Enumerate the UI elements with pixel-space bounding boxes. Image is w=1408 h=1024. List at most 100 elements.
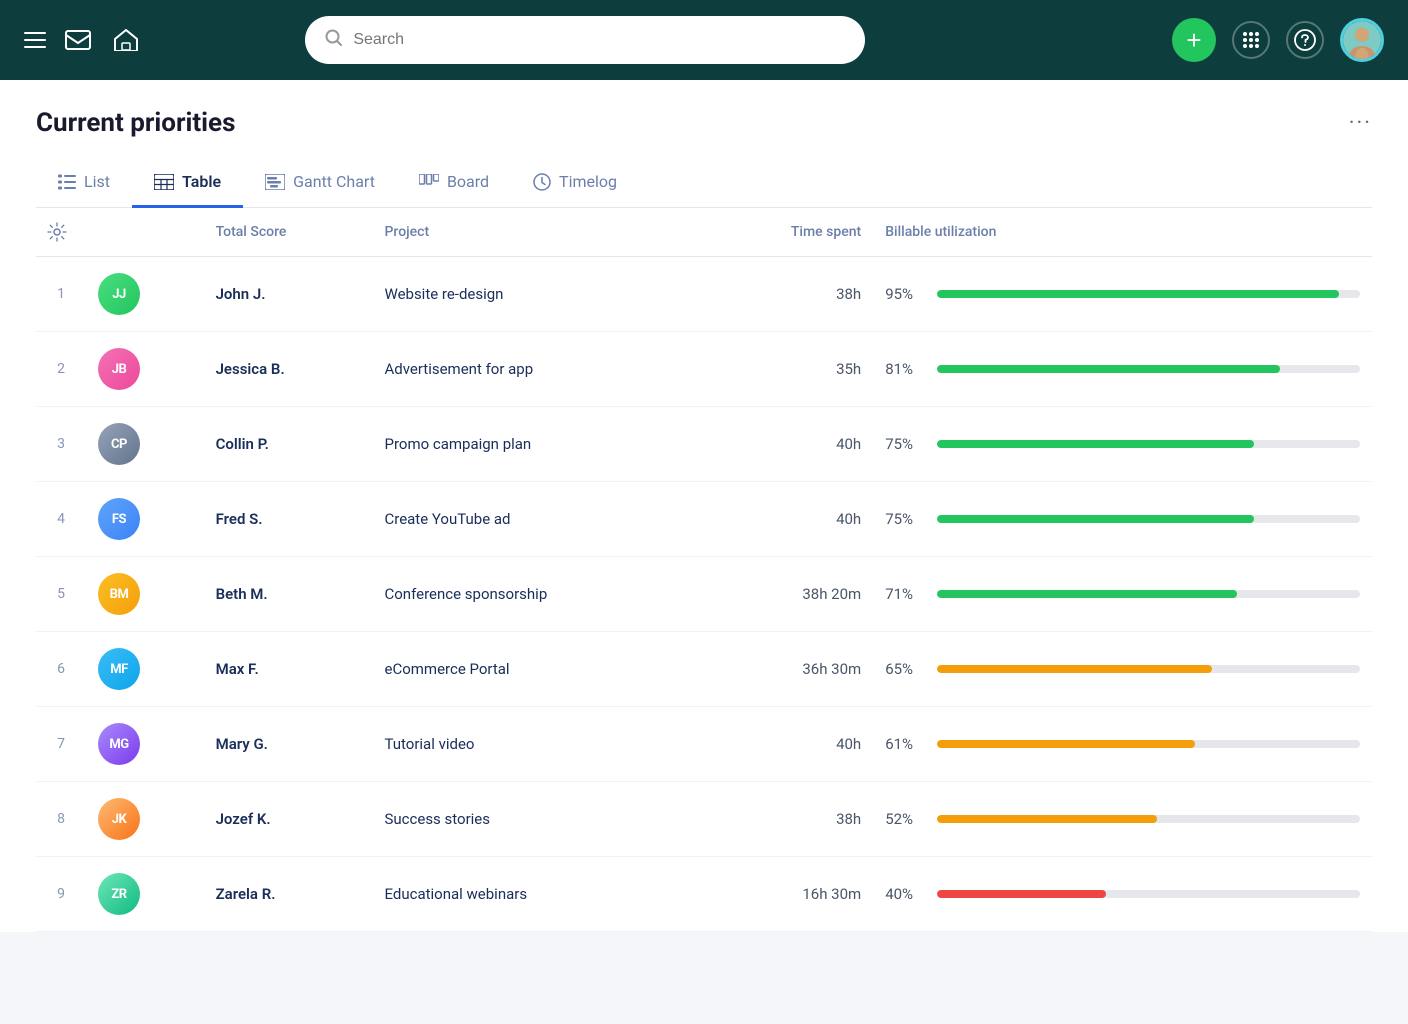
hamburger-menu[interactable] — [24, 32, 46, 48]
tab-list-label: List — [84, 172, 110, 191]
home-icon[interactable] — [110, 24, 142, 56]
settings-icon[interactable] — [47, 222, 67, 242]
table-icon — [154, 174, 174, 190]
table-row: 3 CP Collin P. Promo campaign plan 40h 7… — [36, 407, 1372, 482]
project-cell: Create YouTube ad — [372, 482, 705, 557]
time-spent-cell: 38h 20m — [705, 557, 873, 632]
project-cell: Conference sponsorship — [372, 557, 705, 632]
billable-cell: 65% — [873, 632, 1372, 707]
table-row: 1 JJ John J. Website re-design 38h 95% — [36, 257, 1372, 332]
search-icon — [325, 29, 343, 52]
billable-cell: 75% — [873, 482, 1372, 557]
avatar-cell: JB — [86, 332, 204, 407]
tab-gantt[interactable]: Gantt Chart — [243, 158, 397, 208]
rank-cell: 5 — [36, 557, 86, 632]
project-cell: Advertisement for app — [372, 332, 705, 407]
billable-cell: 81% — [873, 332, 1372, 407]
tab-table-label: Table — [182, 172, 221, 191]
tab-board[interactable]: Board — [397, 158, 511, 208]
search-input[interactable] — [353, 31, 845, 49]
user-avatar[interactable] — [1340, 18, 1384, 62]
avatar-cell: MG — [86, 707, 204, 782]
col-rank-header — [86, 208, 204, 257]
avatar-cell: CP — [86, 407, 204, 482]
mail-icon[interactable] — [62, 24, 94, 56]
time-spent-cell: 38h — [705, 257, 873, 332]
search-bar[interactable] — [305, 16, 865, 64]
tab-timelog[interactable]: Timelog — [511, 158, 639, 208]
main-content: Current priorities ··· List — [0, 80, 1408, 932]
rank-cell: 1 — [36, 257, 86, 332]
name-cell: Fred S. — [204, 482, 373, 557]
avatar-cell: BM — [86, 557, 204, 632]
billable-cell: 71% — [873, 557, 1372, 632]
tab-timelog-label: Timelog — [559, 172, 617, 191]
rank-cell: 2 — [36, 332, 86, 407]
avatar-cell: MF — [86, 632, 204, 707]
page-title: Current priorities — [36, 108, 235, 138]
tab-list[interactable]: List — [36, 158, 132, 208]
project-cell: Success stories — [372, 782, 705, 857]
avatar-cell: JJ — [86, 257, 204, 332]
tab-board-label: Board — [447, 172, 489, 191]
name-cell: Beth M. — [204, 557, 373, 632]
name-cell: Max F. — [204, 632, 373, 707]
rank-cell: 3 — [36, 407, 86, 482]
add-button[interactable]: + — [1172, 18, 1216, 62]
data-table-container: Total Score Project Time spent Billable … — [36, 208, 1372, 932]
rank-cell: 6 — [36, 632, 86, 707]
data-table: Total Score Project Time spent Billable … — [36, 208, 1372, 932]
page-header: Current priorities ··· — [36, 108, 1372, 138]
avatar-cell: ZR — [86, 857, 204, 932]
avatar-cell: FS — [86, 482, 204, 557]
billable-cell: 61% — [873, 707, 1372, 782]
list-icon — [58, 174, 76, 190]
name-cell: Jozef K. — [204, 782, 373, 857]
billable-cell: 75% — [873, 407, 1372, 482]
table-row: 9 ZR Zarela R. Educational webinars 16h … — [36, 857, 1372, 932]
time-spent-cell: 38h — [705, 782, 873, 857]
rank-cell: 8 — [36, 782, 86, 857]
rank-cell: 9 — [36, 857, 86, 932]
help-icon[interactable] — [1286, 21, 1324, 59]
tab-gantt-label: Gantt Chart — [293, 172, 375, 191]
table-row: 5 BM Beth M. Conference sponsorship 38h … — [36, 557, 1372, 632]
project-cell: eCommerce Portal — [372, 632, 705, 707]
table-row: 2 JB Jessica B. Advertisement for app 35… — [36, 332, 1372, 407]
timelog-icon — [533, 173, 551, 191]
time-spent-cell: 40h — [705, 407, 873, 482]
project-cell: Educational webinars — [372, 857, 705, 932]
col-settings — [36, 208, 86, 257]
board-icon — [419, 174, 439, 190]
table-row: 4 FS Fred S. Create YouTube ad 40h 75% — [36, 482, 1372, 557]
col-billable-header: Billable utilization — [873, 208, 1372, 257]
tab-table[interactable]: Table — [132, 158, 243, 208]
time-spent-cell: 35h — [705, 332, 873, 407]
table-row: 6 MF Max F. eCommerce Portal 36h 30m 65% — [36, 632, 1372, 707]
topnav-right: + — [1172, 18, 1384, 62]
avatar-cell: JK — [86, 782, 204, 857]
col-name-header: Total Score — [204, 208, 373, 257]
project-cell: Tutorial video — [372, 707, 705, 782]
nav-icons-left — [24, 24, 142, 56]
billable-cell: 95% — [873, 257, 1372, 332]
name-cell: Jessica B. — [204, 332, 373, 407]
name-cell: Mary G. — [204, 707, 373, 782]
grid-icon[interactable] — [1232, 21, 1270, 59]
name-cell: Collin P. — [204, 407, 373, 482]
name-cell: John J. — [204, 257, 373, 332]
table-row: 7 MG Mary G. Tutorial video 40h 61% — [36, 707, 1372, 782]
time-spent-cell: 40h — [705, 482, 873, 557]
table-row: 8 JK Jozef K. Success stories 38h 52% — [36, 782, 1372, 857]
rank-cell: 4 — [36, 482, 86, 557]
col-time-header: Time spent — [705, 208, 873, 257]
rank-cell: 7 — [36, 707, 86, 782]
more-options-button[interactable]: ··· — [1349, 111, 1372, 136]
billable-cell: 40% — [873, 857, 1372, 932]
topnav: + — [0, 0, 1408, 80]
gantt-icon — [265, 174, 285, 190]
time-spent-cell: 16h 30m — [705, 857, 873, 932]
col-project-header: Project — [372, 208, 705, 257]
billable-cell: 52% — [873, 782, 1372, 857]
project-cell: Website re-design — [372, 257, 705, 332]
